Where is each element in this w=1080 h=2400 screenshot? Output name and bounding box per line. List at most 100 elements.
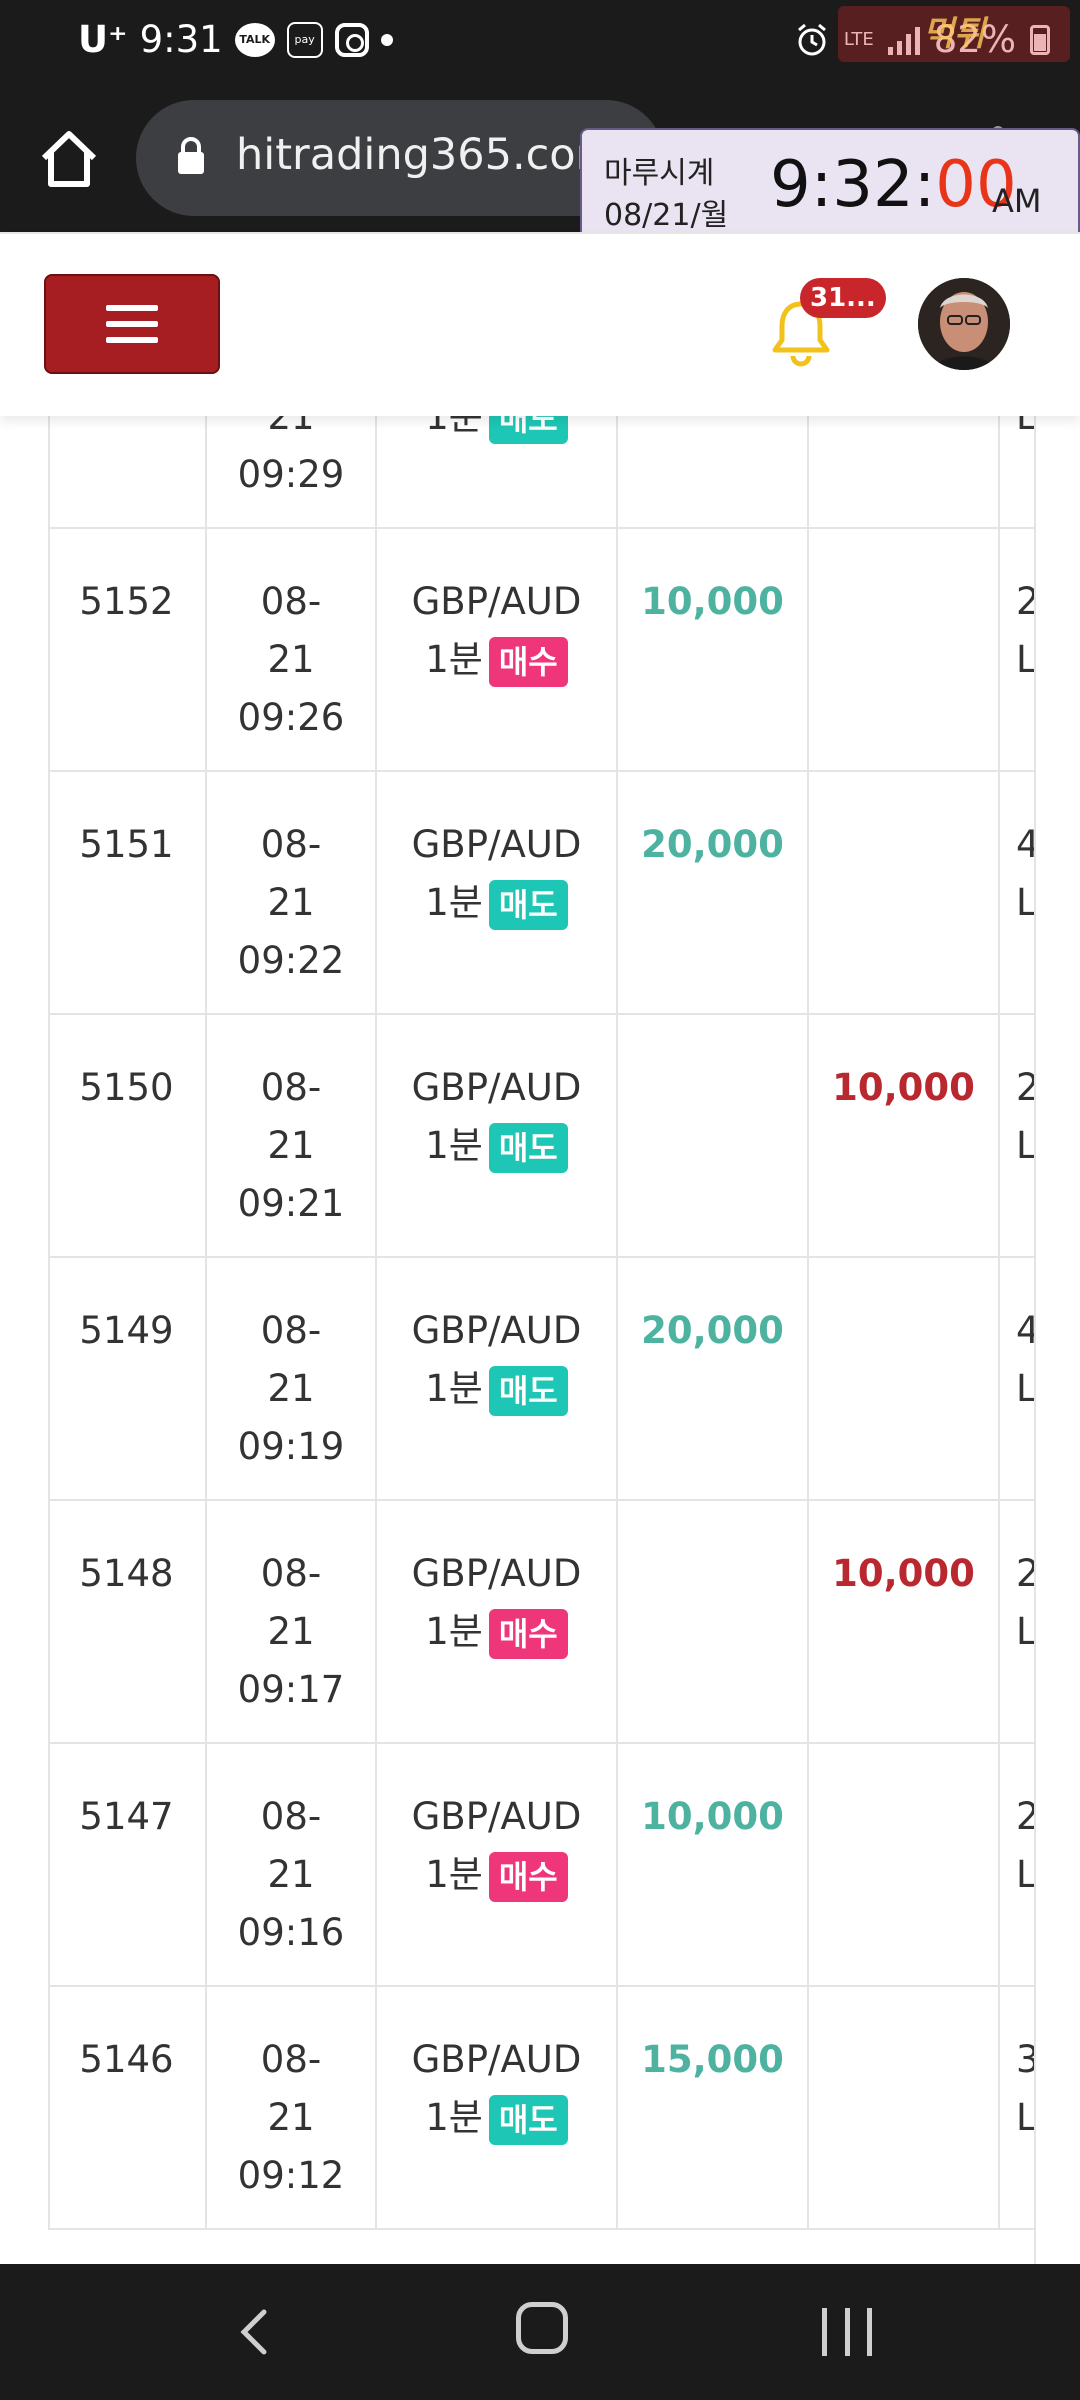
symbol-label: GBP/AUD — [411, 1552, 582, 1595]
instagram-icon — [334, 22, 369, 57]
table-row[interactable]: 515208-2109:26GBP/AUD1분매수10,0002Lo — [48, 529, 1080, 772]
date-month: 08- — [260, 1552, 322, 1595]
period-label: 1분 — [425, 1853, 483, 1896]
menu-button[interactable] — [44, 274, 220, 374]
trade-id: 5152 — [48, 529, 207, 770]
period-label: 1분 — [425, 416, 483, 438]
symbol-cell: GBP/AUD 1분 매수 — [377, 1501, 618, 1742]
win-amount: 10,000 — [618, 1744, 809, 1985]
date-day: 21 — [267, 1124, 315, 1167]
trade-id: 5147 — [48, 1744, 207, 1985]
date-cell: 08- 21 09:17 — [207, 1501, 377, 1742]
symbol-label: GBP/AUD — [411, 823, 582, 866]
period-label: 1분 — [425, 1124, 483, 1167]
symbol-cell: GBP/AUD 1분 매도 — [377, 1987, 618, 2228]
trade-id: 5148 — [48, 1501, 207, 1742]
table-row[interactable]: 514908-2109:19GBP/AUD1분매도20,0004Lo — [48, 1258, 1080, 1501]
date-month: 08- — [260, 1795, 322, 1838]
date-time: 09:19 — [237, 1425, 345, 1468]
date-month: 08- — [260, 580, 322, 623]
symbol-label: GBP/AUD — [411, 1795, 582, 1838]
period-label: 1분 — [425, 1367, 483, 1410]
win-amount — [618, 1501, 809, 1742]
loss-amount: 10,000 — [809, 1015, 1000, 1256]
loss-amount: 10,000 — [809, 1501, 1000, 1742]
side-badge: 매수 — [488, 636, 568, 687]
date-time: 09:17 — [237, 1668, 345, 1711]
lock-icon — [178, 137, 204, 174]
period-label: 1분 — [425, 638, 483, 681]
symbol-cell: GBP/AUD 1분 매도 — [377, 772, 618, 1013]
loss-amount — [809, 772, 1000, 1013]
date-day: 21 — [267, 1367, 315, 1410]
win-amount: 20,000 — [618, 772, 809, 1013]
date-cell: 21 09:29 — [207, 416, 377, 527]
symbol-cell: GBP/AUD 1분 매도 — [377, 1015, 618, 1256]
system-nav-bar — [0, 2264, 1080, 2400]
date-day: 21 — [267, 1610, 315, 1653]
date-cell: 08- 21 09:16 — [207, 1744, 377, 1985]
table-row[interactable]: 515008-2109:21GBP/AUD1분매도10,0002Lo — [48, 1015, 1080, 1258]
home-outline-icon[interactable] — [516, 2302, 568, 2354]
avatar[interactable] — [918, 278, 1010, 370]
date-time: 09:29 — [237, 453, 345, 496]
more-notifications-dot-icon — [380, 33, 393, 46]
period-label: 1분 — [425, 2096, 483, 2139]
trade-history-table: 2109:29 1분매도 Lo 515208-2109:26GBP/AUD1분매… — [48, 416, 1080, 2230]
date-month: 08- — [260, 823, 322, 866]
date-time: 09:22 — [237, 939, 345, 982]
symbol-label: GBP/AUD — [411, 580, 582, 623]
date-day: 21 — [267, 2096, 315, 2139]
date-month: 08- — [260, 1066, 322, 1109]
date-time: 09:21 — [237, 1182, 345, 1225]
alarm-icon — [797, 23, 826, 55]
date-day: 21 — [267, 638, 315, 681]
date-day: 21 — [267, 1853, 315, 1896]
trade-id: 5150 — [48, 1015, 207, 1256]
symbol-cell: GBP/AUD 1분 매수 — [377, 1744, 618, 1985]
date-cell: 08- 21 09:21 — [207, 1015, 377, 1256]
date-month: 08- — [260, 2038, 322, 2081]
table-row[interactable]: 515108-2109:22GBP/AUD1분매도20,0004Lo — [48, 772, 1080, 1015]
recents-icon[interactable] — [822, 2308, 872, 2356]
loss-amount — [809, 1258, 1000, 1499]
content-area[interactable]: 2109:29 1분매도 Lo 515208-2109:26GBP/AUD1분매… — [0, 416, 1080, 2264]
side-badge: 매도 — [488, 416, 568, 444]
status-left: U⁺ 9:31 TALK pay — [78, 18, 393, 61]
trade-id: 5149 — [48, 1258, 207, 1499]
notification-count-badge: 31... — [800, 278, 886, 318]
date-cell: 08- 21 09:26 — [207, 529, 377, 770]
back-icon[interactable] — [226, 2302, 286, 2362]
clock-ampm: AM — [992, 182, 1042, 220]
status-time: 9:31 — [139, 18, 223, 61]
side-badge: 매도 — [488, 2094, 568, 2145]
status-bar: U⁺ 9:31 TALK pay LTE 82% 먹튀 — [0, 0, 1080, 88]
loss-amount — [809, 1744, 1000, 1985]
date-cell: 08- 21 09:19 — [207, 1258, 377, 1499]
floating-clock-widget[interactable]: 마루시계 08/21/월 9:32:00 AM — [580, 128, 1080, 242]
watermark-logo: 먹튀 — [838, 6, 1070, 62]
table-row[interactable]: 514708-2109:16GBP/AUD1분매수10,0002Lo — [48, 1744, 1080, 1987]
win-amount — [618, 1015, 809, 1256]
table-row-partial: 2109:29 1분매도 Lo — [48, 416, 1080, 529]
symbol-cell: 1분 매도 — [377, 416, 618, 527]
date-month: 08- — [260, 1309, 322, 1352]
date-time: 09:12 — [237, 2154, 345, 2197]
trade-id: 5151 — [48, 772, 207, 1013]
date-time: 09:26 — [237, 696, 345, 739]
pay-icon: pay — [286, 21, 323, 58]
clock-title: 마루시계 — [604, 156, 715, 191]
side-badge: 매수 — [488, 1851, 568, 1902]
period-label: 1분 — [425, 1610, 483, 1653]
side-badge: 매도 — [488, 879, 568, 930]
home-icon[interactable] — [36, 126, 102, 192]
symbol-cell: GBP/AUD 1분 매도 — [377, 1258, 618, 1499]
date-cell: 08- 21 09:22 — [207, 772, 377, 1013]
avatar-image — [918, 278, 1010, 370]
win-amount: 15,000 — [618, 1987, 809, 2228]
symbol-label: GBP/AUD — [411, 2038, 582, 2081]
table-row[interactable]: 514808-2109:17GBP/AUD1분매수10,0002Lo — [48, 1501, 1080, 1744]
side-badge: 매수 — [488, 1608, 568, 1659]
clock-time-main: 9:32: — [770, 148, 936, 222]
table-row[interactable]: 514608-2109:12GBP/AUD1분매도15,0003Lo — [48, 1987, 1080, 2230]
